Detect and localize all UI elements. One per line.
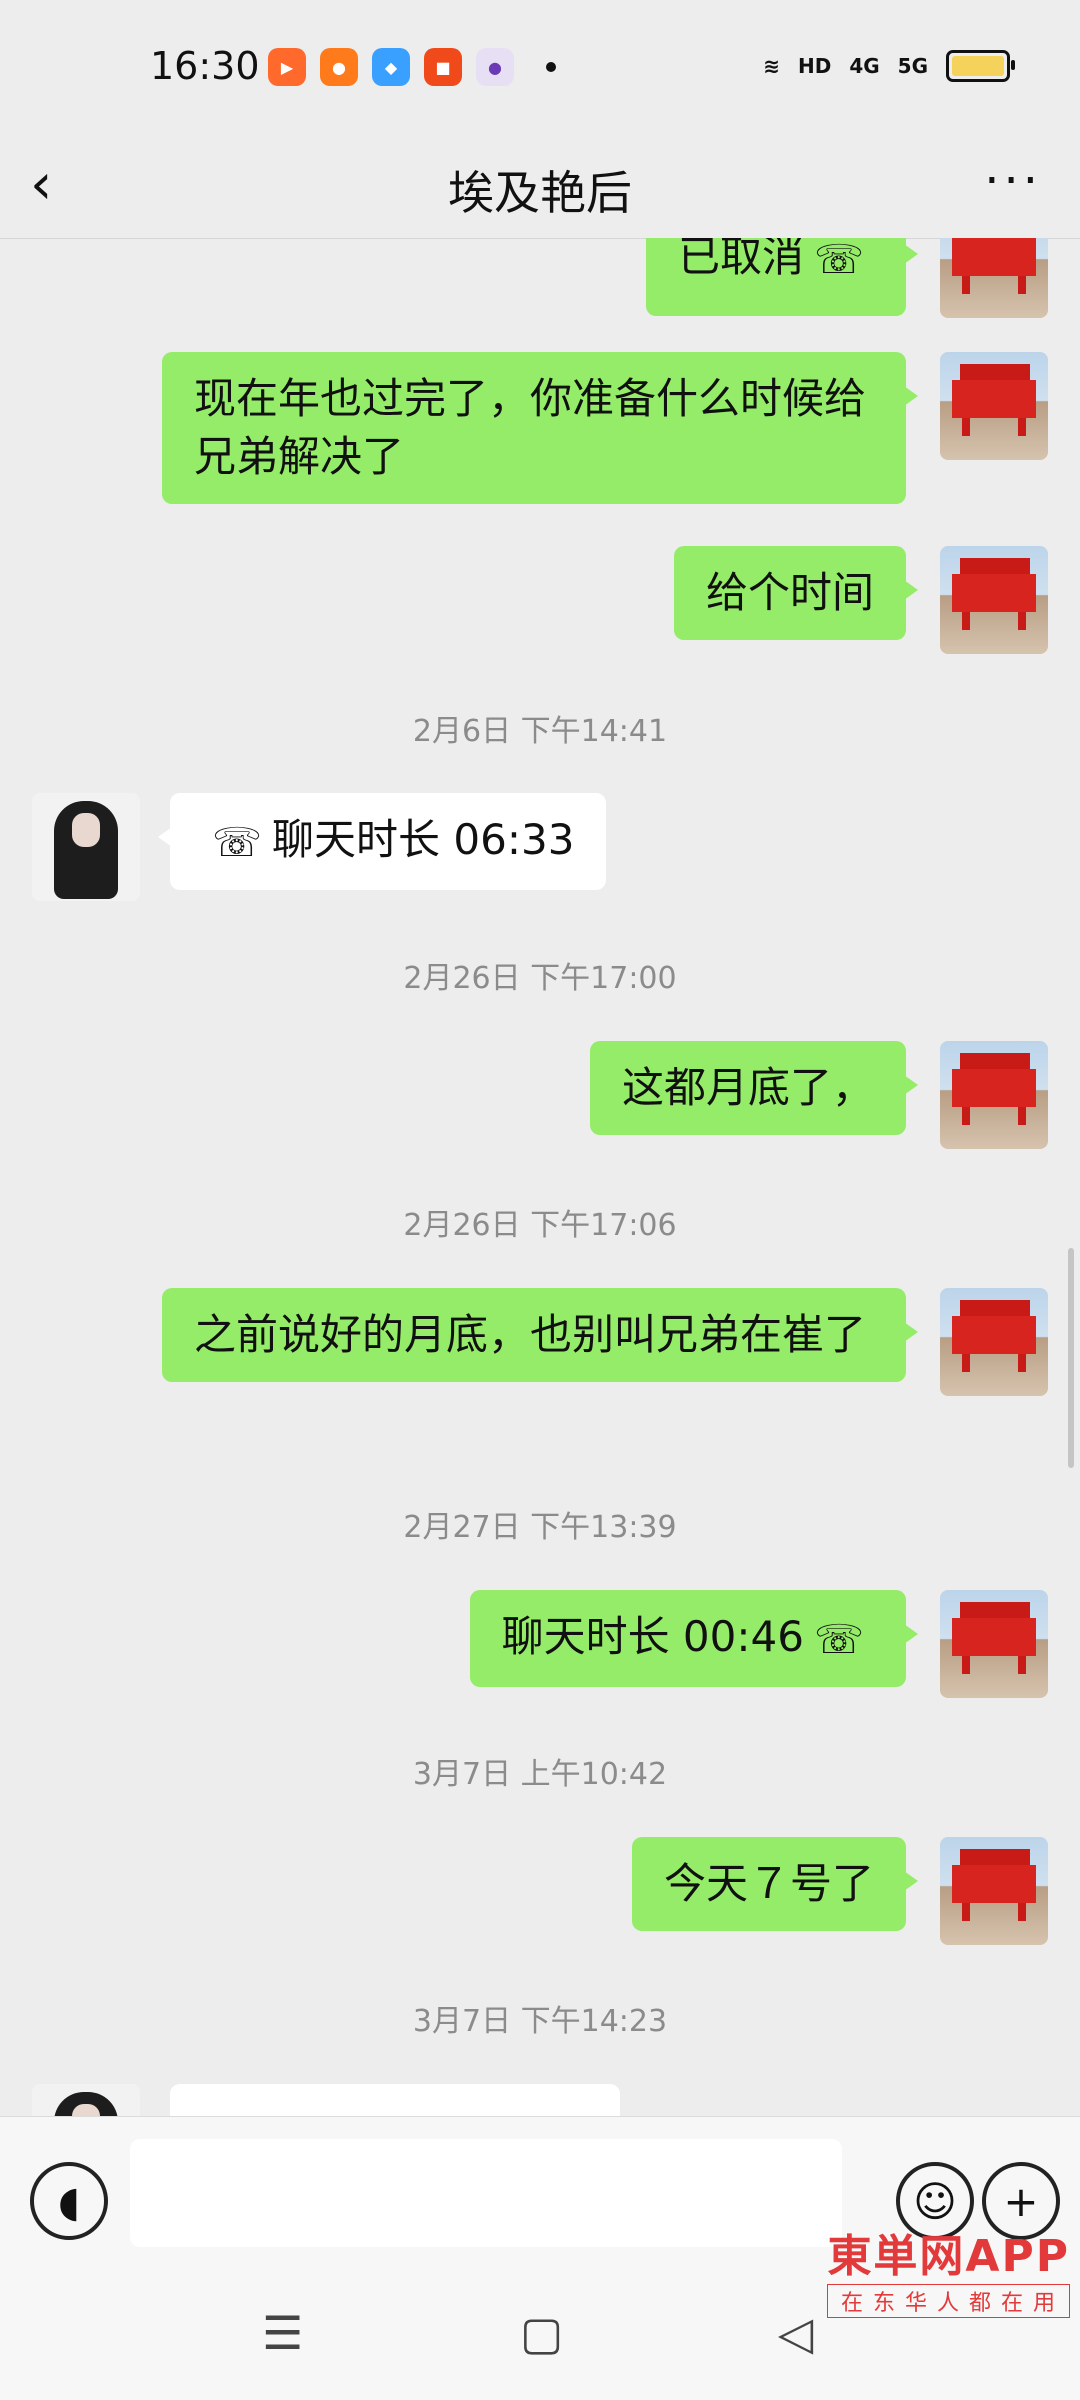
my-avatar[interactable] bbox=[940, 352, 1048, 460]
message-bubble[interactable]: 现在年也过完了，你准备什么时候给兄弟解决了 bbox=[162, 352, 918, 504]
watermark: 東単网APP 在东华人都在用 bbox=[827, 2220, 1070, 2318]
timestamp: 3月7日 下午14:23 bbox=[412, 2004, 668, 2039]
chat-header: ‹ 埃及艳后 ··· bbox=[0, 135, 1080, 239]
contact-avatar[interactable] bbox=[32, 793, 140, 901]
battery-icon bbox=[946, 50, 1015, 82]
signal-4g-icon: 4G bbox=[849, 54, 880, 78]
home-icon[interactable]: ▢ bbox=[520, 2306, 563, 2360]
message-text: 已取消 bbox=[677, 238, 804, 281]
back-icon[interactable]: ◁ bbox=[778, 2306, 813, 2360]
notification-icons: ▶ ● ◆ ■ ● bbox=[268, 48, 556, 86]
watermark-logo: 東単网APP bbox=[827, 2231, 1070, 2282]
timestamp: 2月26日 下午17:06 bbox=[403, 1208, 677, 1243]
status-time: 16:30 bbox=[150, 44, 260, 88]
media-app-icon: ● bbox=[476, 48, 514, 86]
phone-icon: ☏ bbox=[813, 238, 864, 283]
chat-title: 埃及艳后 bbox=[448, 166, 632, 220]
message-bubble[interactable]: 给个时间 bbox=[673, 546, 919, 640]
my-avatar[interactable] bbox=[940, 1288, 1048, 1396]
wifi-icon: ≋ bbox=[763, 54, 780, 78]
message-bubble[interactable] bbox=[170, 2084, 620, 2116]
call-duration-bubble[interactable]: 聊天时长 00:46 ☏ bbox=[469, 1590, 919, 1687]
signal-5g-icon: 5G bbox=[897, 54, 928, 78]
hd-icon: HD bbox=[797, 54, 832, 78]
voice-input-icon[interactable]: ◖ bbox=[30, 2162, 108, 2240]
my-avatar[interactable] bbox=[940, 1590, 1048, 1698]
contact-avatar[interactable] bbox=[32, 2084, 140, 2116]
my-avatar[interactable] bbox=[940, 1837, 1048, 1945]
call-cancelled-bubble[interactable]: 已取消 ☏ bbox=[645, 238, 919, 316]
phone-icon: ☏ bbox=[212, 819, 263, 866]
timestamp: 2月26日 下午17:00 bbox=[403, 961, 677, 996]
phone-icon: ☏ bbox=[813, 1616, 864, 1663]
kuaishou-icon: ▶ bbox=[268, 48, 306, 86]
message-bubble[interactable]: 之前说好的月底，也别叫兄弟在崔了 bbox=[162, 1288, 918, 1382]
map-app-icon: ◆ bbox=[372, 48, 410, 86]
message-text: 聊天时长 06:33 bbox=[272, 815, 575, 864]
status-bar: 16:30 ▶ ● ◆ ■ ● ≋ HD 4G 5G bbox=[0, 0, 1080, 135]
timestamp: 3月7日 上午10:42 bbox=[412, 1757, 668, 1792]
call-duration-bubble[interactable]: ☏ 聊天时长 06:33 bbox=[157, 793, 607, 890]
my-avatar[interactable] bbox=[940, 546, 1048, 654]
message-text: 聊天时长 00:46 bbox=[501, 1612, 804, 1661]
more-notifications-dot bbox=[546, 62, 556, 72]
chat-messages[interactable]: 已取消 ☏ 现在年也过完了，你准备什么时候给兄弟解决了 给个时间 2月6日 下午1… bbox=[0, 238, 1080, 2116]
menu-icon[interactable]: ☰ bbox=[262, 2306, 303, 2360]
message-input[interactable] bbox=[130, 2139, 842, 2247]
timestamp: 2月6日 下午14:41 bbox=[412, 714, 668, 749]
system-icons: ≋ HD 4G 5G bbox=[763, 50, 1015, 82]
message-bubble[interactable]: 这都月底了， bbox=[589, 1041, 919, 1135]
more-options-icon[interactable]: ··· bbox=[984, 153, 1042, 209]
fox-app-icon: ● bbox=[320, 48, 358, 86]
my-avatar[interactable] bbox=[940, 1041, 1048, 1149]
message-bubble[interactable]: 今天７号了 bbox=[631, 1837, 919, 1931]
news-app-icon: ■ bbox=[424, 48, 462, 86]
my-avatar[interactable] bbox=[940, 238, 1048, 318]
scrollbar[interactable] bbox=[1068, 1248, 1074, 1468]
watermark-slogan: 在东华人都在用 bbox=[827, 2284, 1070, 2318]
timestamp: 2月27日 下午13:39 bbox=[403, 1510, 677, 1545]
